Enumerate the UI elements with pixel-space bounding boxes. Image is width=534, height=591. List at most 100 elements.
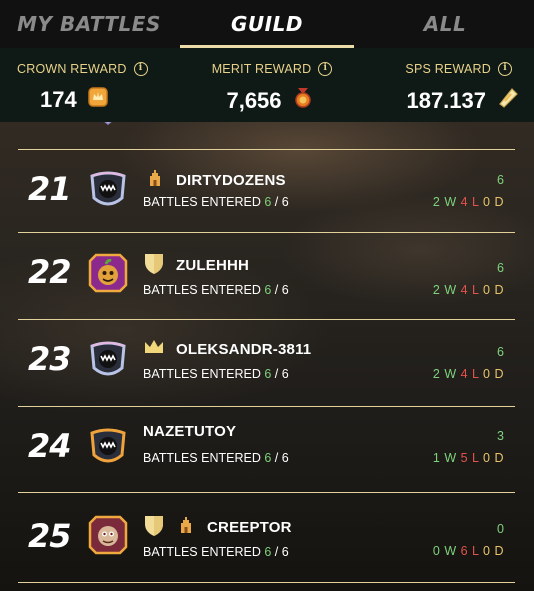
sps-reward: SPS REWARD i 187.137 xyxy=(356,48,534,122)
creature-avatar-icon[interactable] xyxy=(86,513,130,557)
crown-reward: CROWN REWARD i 174 xyxy=(0,48,178,122)
battles-label: BATTLES ENTERED xyxy=(143,283,261,297)
guild-emblem-monster-icon[interactable] xyxy=(86,338,130,382)
crown-reward-value: 174 xyxy=(40,87,77,112)
sps-reward-value: 187.137 xyxy=(406,88,486,113)
player-name-line: OLEKSANDR-3811 xyxy=(143,338,311,361)
player-name[interactable]: OLEKSANDR-3811 xyxy=(176,341,311,358)
tab-bar: MY BATTLES GUILD ALL xyxy=(0,0,534,48)
merit-medal-icon xyxy=(292,86,314,116)
battles-slash: / xyxy=(274,283,279,297)
battles-label: BATTLES ENTERED xyxy=(143,451,261,465)
draws: 0 D xyxy=(483,544,504,558)
losses: 5 L xyxy=(460,451,480,465)
battles-entered: BATTLES ENTERED 6 / 6 xyxy=(143,367,289,381)
score: 6 xyxy=(497,345,504,359)
merit-reward: MERIT REWARD i 7,656 xyxy=(178,48,356,122)
player-name-line: NAZETUTOY xyxy=(143,423,236,440)
merit-reward-value: 7,656 xyxy=(226,88,282,113)
losses: 6 L xyxy=(460,544,480,558)
tab-guild[interactable]: GUILD xyxy=(178,0,356,48)
shield-icon xyxy=(143,513,165,542)
info-icon[interactable]: i xyxy=(318,62,333,76)
merit-reward-title: MERIT REWARD i xyxy=(178,62,356,76)
player-name[interactable]: ZULEHHH xyxy=(176,257,249,274)
wins: 2 W xyxy=(432,283,457,297)
battles-entered: BATTLES ENTERED 6 / 6 xyxy=(143,545,289,559)
table-row[interactable]: 24 NAZETUTOY BATTLES ENTERED 6 / 6 3 1 W… xyxy=(0,407,534,491)
shield-icon xyxy=(143,251,165,280)
losses: 4 L xyxy=(460,367,480,381)
battles-slash: / xyxy=(274,451,279,465)
battles-total: 6 xyxy=(281,195,289,209)
info-icon[interactable]: i xyxy=(133,62,148,76)
score: 6 xyxy=(497,173,504,187)
draws: 0 D xyxy=(483,195,504,209)
losses: 4 L xyxy=(460,195,480,209)
battles-label: BATTLES ENTERED xyxy=(143,367,261,381)
draws: 0 D xyxy=(483,367,504,381)
row-divider xyxy=(18,582,515,583)
table-row[interactable]: 23 OLEKSANDR-3811 BATTLES ENTERED 6 / 6 … xyxy=(0,320,534,404)
tab-all[interactable]: ALL xyxy=(356,0,534,48)
battles-label: BATTLES ENTERED xyxy=(143,545,261,559)
battles-slash: / xyxy=(274,545,279,559)
win-loss-draw: 2 W 4 L 0 D xyxy=(433,195,504,209)
tab-my-battles[interactable]: MY BATTLES xyxy=(0,0,178,48)
rank-number: 25 xyxy=(28,517,72,555)
battles-total: 6 xyxy=(281,451,289,465)
rank-number: 24 xyxy=(28,427,72,465)
battles-entered-count: 6 xyxy=(264,283,272,297)
battles-slash: / xyxy=(274,195,279,209)
draws: 0 D xyxy=(483,451,504,465)
crown-token-icon xyxy=(87,86,109,114)
score: 6 xyxy=(497,261,504,275)
battles-total: 6 xyxy=(281,367,289,381)
sps-reward-title: SPS REWARD i xyxy=(356,62,534,76)
rank-number: 22 xyxy=(28,253,72,291)
sps-reward-label: SPS REWARD xyxy=(405,62,491,76)
pumpkin-avatar-icon[interactable] xyxy=(86,251,130,295)
wins: 2 W xyxy=(432,367,457,381)
win-loss-draw: 1 W 5 L 0 D xyxy=(433,451,504,465)
battles-slash: / xyxy=(274,367,279,381)
battles-total: 6 xyxy=(281,545,289,559)
battles-entered-count: 6 xyxy=(264,195,272,209)
table-row[interactable]: 25 CREEPTOR BATTLES ENTERED 6 / 6 0 0 W … xyxy=(0,493,534,577)
crown-reward-label: CROWN REWARD xyxy=(17,62,127,76)
wins: 0 W xyxy=(432,544,457,558)
merit-reward-value-line: 7,656 xyxy=(178,86,356,116)
player-name[interactable]: CREEPTOR xyxy=(207,519,292,536)
draws: 0 D xyxy=(483,283,504,297)
tower-icon xyxy=(145,168,165,193)
battles-label: BATTLES ENTERED xyxy=(143,195,261,209)
crown-reward-title: CROWN REWARD i xyxy=(0,62,178,76)
win-loss-draw: 2 W 4 L 0 D xyxy=(433,367,504,381)
player-name-line: ZULEHHH xyxy=(143,251,249,280)
player-name[interactable]: NAZETUTOY xyxy=(143,423,236,440)
guild-emblem-monster-icon[interactable] xyxy=(86,168,130,212)
player-name-line: CREEPTOR xyxy=(143,513,292,542)
sps-token-icon xyxy=(496,86,520,116)
losses: 4 L xyxy=(460,283,480,297)
battles-entered-count: 6 xyxy=(264,545,272,559)
player-name[interactable]: DIRTYDOZENS xyxy=(176,172,286,189)
rewards-panel: CROWN REWARD i 174 MERIT REWARD i 7,656 xyxy=(0,48,534,122)
merit-reward-label: MERIT REWARD xyxy=(211,62,312,76)
guild-emblem-monster-orange-icon[interactable] xyxy=(86,425,130,469)
rank-number: 23 xyxy=(28,340,72,378)
battles-entered-count: 6 xyxy=(264,451,272,465)
table-row[interactable]: 21 DIRTYDOZENS BATTLES ENTERED 6 / 6 6 2… xyxy=(0,150,534,234)
crown-reward-value-line: 174 xyxy=(0,86,178,114)
info-icon[interactable]: i xyxy=(498,62,512,76)
previous-avatar-fragment-icon xyxy=(104,122,112,125)
wins: 2 W xyxy=(432,195,457,209)
table-row[interactable]: 22 ZULEHHH BATTLES ENTERED 6 / 6 6 2 W 4… xyxy=(0,233,534,317)
score: 0 xyxy=(497,522,504,536)
tower-icon xyxy=(176,515,196,540)
player-name-line: DIRTYDOZENS xyxy=(145,168,286,193)
win-loss-draw: 2 W 4 L 0 D xyxy=(433,283,504,297)
battles-entered-count: 6 xyxy=(264,367,272,381)
crown-icon xyxy=(143,338,165,361)
guild-leaderboard: 21 DIRTYDOZENS BATTLES ENTERED 6 / 6 6 2… xyxy=(0,122,534,591)
